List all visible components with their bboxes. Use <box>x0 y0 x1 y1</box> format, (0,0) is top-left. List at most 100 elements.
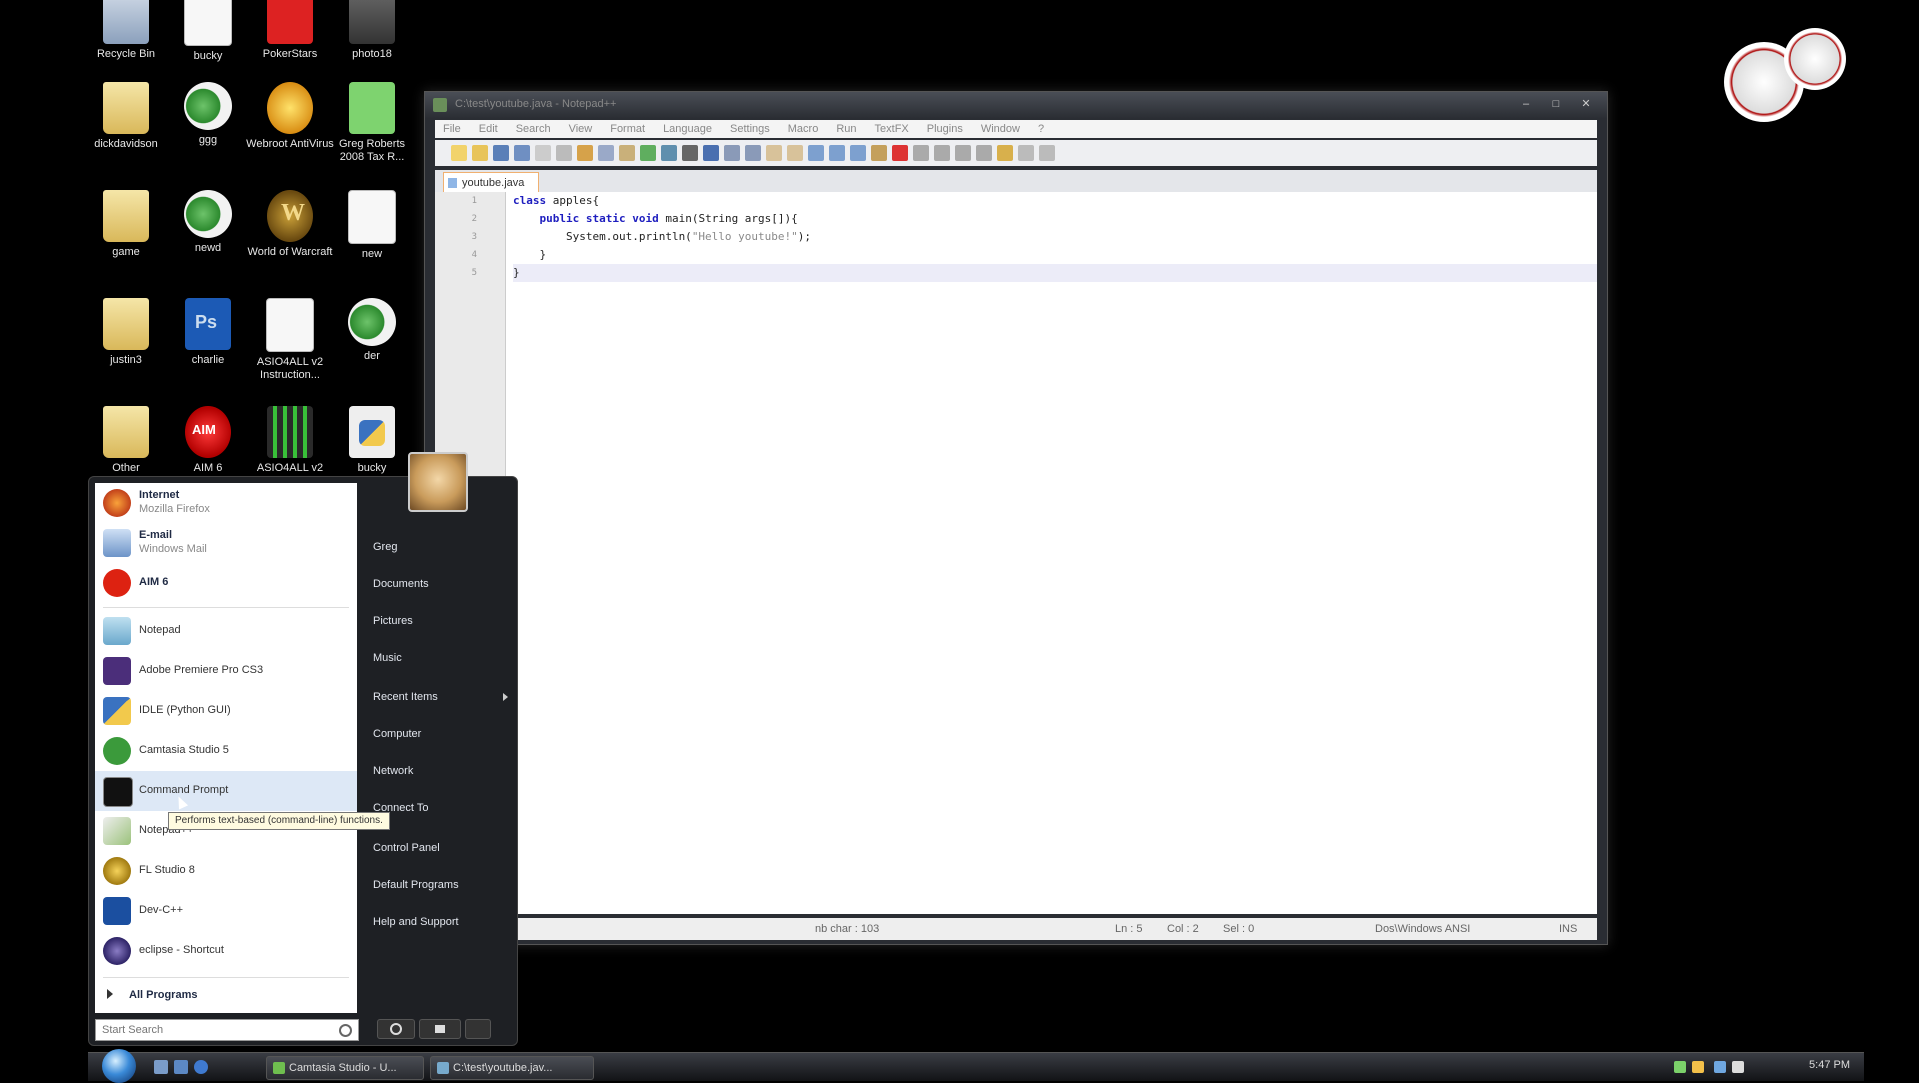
save-macro-icon[interactable] <box>976 145 992 161</box>
find-icon[interactable] <box>682 145 698 161</box>
new-file-icon[interactable] <box>451 145 467 161</box>
all-chars-icon[interactable] <box>829 145 845 161</box>
close-file-icon[interactable] <box>535 145 551 161</box>
recycle-bin-shortcut[interactable]: Recycle Bin <box>82 0 170 61</box>
tax-return-shortcut[interactable]: Greg Roberts 2008 Tax R... <box>328 82 416 164</box>
start-search-box[interactable] <box>95 1019 359 1041</box>
undo-icon[interactable] <box>640 145 656 161</box>
sync-h-icon[interactable] <box>787 145 803 161</box>
play-macro-icon[interactable] <box>934 145 950 161</box>
save-all-icon[interactable] <box>514 145 530 161</box>
code-area[interactable]: class apples{ public static void main(St… <box>513 192 1597 282</box>
open-file-icon[interactable] <box>472 145 488 161</box>
photo18-shortcut[interactable]: photo18 <box>328 0 416 61</box>
pokerstars-shortcut[interactable]: PokerStars <box>246 0 334 61</box>
maximize-button[interactable]: □ <box>1543 96 1569 112</box>
pinned-aim[interactable]: AIM 6 <box>95 563 357 603</box>
recent-notepad[interactable]: Notepad <box>95 611 357 651</box>
recent-command-prompt[interactable]: Command Prompt <box>95 771 357 811</box>
internet-explorer-icon[interactable] <box>194 1060 208 1074</box>
recent-fl-studio[interactable]: FL Studio 8 <box>95 851 357 891</box>
paste-icon[interactable] <box>619 145 635 161</box>
zoom-out-icon[interactable] <box>745 145 761 161</box>
indent-guide-icon[interactable] <box>850 145 866 161</box>
folder-view-icon[interactable] <box>871 145 887 161</box>
tray-arrow-icon[interactable] <box>1674 1061 1686 1073</box>
place-recent-items[interactable]: Recent Items <box>373 691 508 703</box>
menu-plugins[interactable]: Plugins <box>927 120 963 138</box>
newd-shortcut[interactable]: newd <box>164 190 252 255</box>
pinned-internet[interactable]: Internet Mozilla Firefox <box>95 483 357 523</box>
asio-shortcut[interactable]: ASIO4ALL v2 <box>246 406 334 475</box>
stop-macro-icon[interactable] <box>913 145 929 161</box>
new-doc-shortcut[interactable]: new <box>328 190 416 261</box>
record-macro-icon[interactable] <box>892 145 908 161</box>
asio-instructions-shortcut[interactable]: ASIO4ALL v2 Instruction... <box>246 298 334 382</box>
webroot-shortcut[interactable]: Webroot AntiVirus <box>246 82 334 151</box>
place-help-support[interactable]: Help and Support <box>373 916 459 928</box>
charlie-shortcut[interactable]: Ps charlie <box>164 298 252 367</box>
dickdavidson-folder[interactable]: dickdavidson <box>82 82 170 151</box>
redo-icon[interactable] <box>661 145 677 161</box>
close-button[interactable]: ✕ <box>1573 96 1599 112</box>
recent-eclipse[interactable]: eclipse - Shortcut <box>95 931 357 971</box>
run-macro-icon[interactable] <box>955 145 971 161</box>
sync-v-icon[interactable] <box>766 145 782 161</box>
lock-icon[interactable] <box>419 1019 461 1039</box>
wrap-icon[interactable] <box>808 145 824 161</box>
menu-edit[interactable]: Edit <box>479 120 498 138</box>
minimize-button[interactable]: – <box>1513 96 1539 112</box>
menu-window[interactable]: Window <box>981 120 1020 138</box>
place-documents[interactable]: Documents <box>373 578 429 590</box>
spell-icon[interactable] <box>1018 145 1034 161</box>
start-search-input[interactable] <box>96 1020 334 1040</box>
bucky-doc-shortcut[interactable]: bucky <box>164 0 252 63</box>
menu-view[interactable]: View <box>569 120 593 138</box>
menu-textfx[interactable]: TextFX <box>875 120 909 138</box>
show-desktop-icon[interactable] <box>154 1060 168 1074</box>
menu-help[interactable]: ? <box>1038 120 1044 138</box>
place-default-programs[interactable]: Default Programs <box>373 879 459 891</box>
place-music[interactable]: Music <box>373 652 402 664</box>
der-shortcut[interactable]: der <box>328 298 416 363</box>
meter-gadget-icon[interactable] <box>1784 28 1846 90</box>
user-avatar[interactable] <box>408 452 468 512</box>
menu-file[interactable]: File <box>443 120 461 138</box>
zoom-in-icon[interactable] <box>724 145 740 161</box>
save-icon[interactable] <box>493 145 509 161</box>
other-folder[interactable]: Other <box>82 406 170 475</box>
network-icon[interactable] <box>1714 1061 1726 1073</box>
tray-security-icon[interactable] <box>1692 1061 1704 1073</box>
search-icon[interactable] <box>339 1024 352 1037</box>
recent-premiere[interactable]: Adobe Premiere Pro CS3 <box>95 651 357 691</box>
help-icon[interactable] <box>1039 145 1055 161</box>
recent-camtasia[interactable]: Camtasia Studio 5 <box>95 731 357 771</box>
replace-icon[interactable] <box>703 145 719 161</box>
all-programs-button[interactable]: All Programs <box>103 985 349 1007</box>
aim-shortcut[interactable]: AIM AIM 6 <box>164 406 252 475</box>
recent-dev-cpp[interactable]: Dev-C++ <box>95 891 357 931</box>
game-folder[interactable]: game <box>82 190 170 259</box>
place-user[interactable]: Greg <box>373 541 397 553</box>
plugin-icon[interactable] <box>997 145 1013 161</box>
warcraft-shortcut[interactable]: W World of Warcraft <box>246 190 334 259</box>
place-pictures[interactable]: Pictures <box>373 615 413 627</box>
ggg-shortcut[interactable]: ggg <box>164 82 252 147</box>
menu-search[interactable]: Search <box>516 120 551 138</box>
clock[interactable]: 5:47 PM <box>1809 1059 1850 1071</box>
justin3-folder[interactable]: justin3 <box>82 298 170 367</box>
taskbar-camtasia[interactable]: Camtasia Studio - U... <box>266 1056 424 1080</box>
menu-settings[interactable]: Settings <box>730 120 770 138</box>
print-icon[interactable] <box>556 145 572 161</box>
place-computer[interactable]: Computer <box>373 728 421 740</box>
code-editor[interactable]: 1 2 3 4 5 class apples{ public static vo… <box>435 192 1597 914</box>
recent-idle[interactable]: IDLE (Python GUI) <box>95 691 357 731</box>
volume-icon[interactable] <box>1732 1061 1744 1073</box>
tab-youtube-java[interactable]: youtube.java <box>443 172 540 193</box>
cut-icon[interactable] <box>577 145 593 161</box>
place-network[interactable]: Network <box>373 765 413 777</box>
window-titlebar[interactable]: C:\test\youtube.java - Notepad++ – □ ✕ <box>425 92 1607 118</box>
copy-icon[interactable] <box>598 145 614 161</box>
start-button-icon[interactable] <box>102 1049 136 1083</box>
power-icon[interactable] <box>377 1019 415 1039</box>
